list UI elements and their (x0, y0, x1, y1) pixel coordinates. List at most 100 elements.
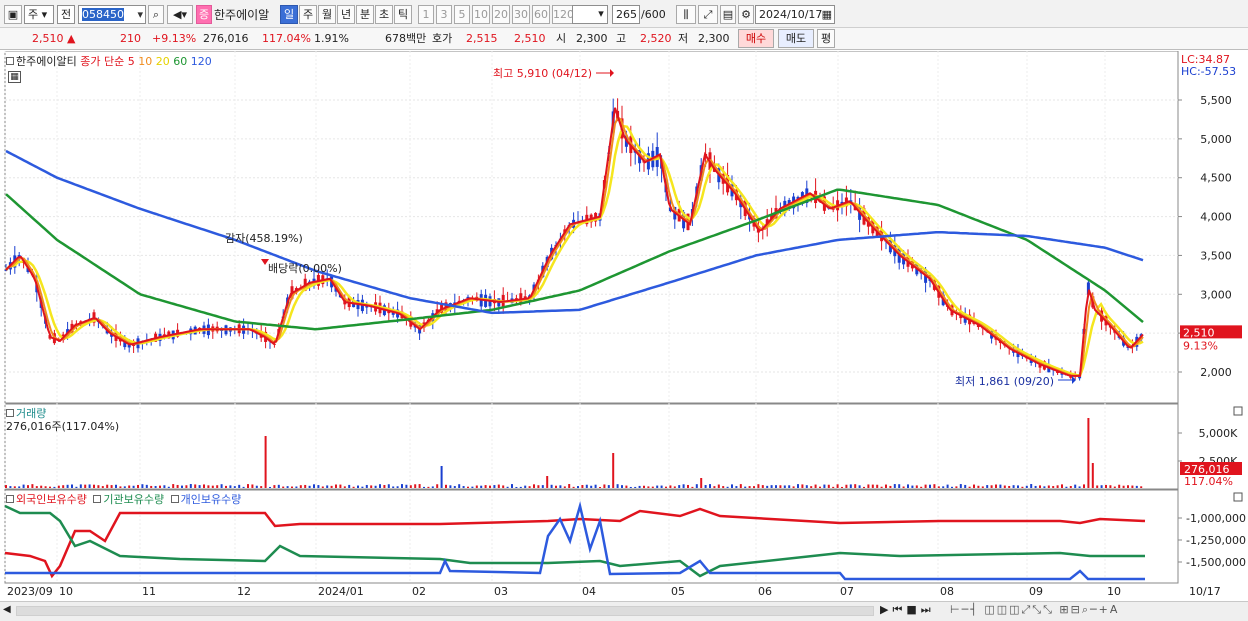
volume-bar (295, 486, 298, 488)
scope-select[interactable]: 전 (57, 5, 75, 24)
volume-bar (1100, 485, 1103, 488)
calculator-icon[interactable]: ▦ (8, 71, 21, 83)
interval-button-10[interactable]: 10 (472, 5, 490, 24)
period-tab-0[interactable]: 일 (280, 5, 298, 24)
scrollbar-thumb[interactable] (17, 607, 873, 615)
scroll-left-icon[interactable]: ◀ (3, 604, 11, 615)
volume-bar (185, 485, 188, 488)
volume-bar (445, 484, 447, 488)
volume-bar (458, 484, 461, 488)
interval-button-20[interactable]: 20 (492, 5, 510, 24)
volume-bar (981, 486, 984, 488)
volume-bar (137, 484, 139, 488)
chart-area[interactable]: 5,5005,0004,5004,0003,5003,0002,5002,000… (0, 50, 1248, 601)
chevron-down-icon[interactable]: ▾ (594, 5, 608, 24)
date-input[interactable]: 2024/10/17 ▦ (755, 5, 835, 24)
volume-bar (880, 486, 883, 488)
period-tab-5[interactable]: 초 (375, 5, 393, 24)
volume-bar (1131, 485, 1134, 488)
volume-bar (876, 484, 879, 488)
volume-bar (348, 484, 351, 488)
volume-bar (361, 486, 364, 488)
interval-button-120[interactable]: 120 (552, 5, 574, 24)
legend-ma-label: 종가 단순 (80, 55, 125, 68)
scrollbar-track[interactable] (16, 606, 874, 616)
volume-bar (13, 486, 16, 488)
price-change: 210 (120, 32, 141, 45)
volume-bar (176, 484, 179, 488)
save-icon[interactable]: ▤ (720, 5, 736, 24)
chart-svg[interactable]: 5,5005,0004,5004,0003,5003,0002,5002,000… (0, 50, 1248, 601)
volume-bar (1039, 485, 1041, 488)
volume-bar (106, 484, 109, 488)
volume-bar (973, 484, 975, 488)
volume-bar (937, 486, 940, 488)
volume-bar (924, 484, 927, 488)
volume-bar (343, 486, 346, 488)
volume-panel-close-icon (1233, 406, 1243, 416)
current-price: 2,510 ▲ (32, 32, 76, 45)
period-tab-1[interactable]: 주 (299, 5, 317, 24)
sell-button[interactable]: 매도 (778, 29, 814, 48)
period-tab-4[interactable]: 분 (356, 5, 374, 24)
x-axis-label-13: 10 (1107, 585, 1121, 598)
playback-controls[interactable]: ▶⏮■⏭ (880, 603, 935, 617)
window-icon[interactable]: ▣ (4, 5, 22, 24)
interval-button-1[interactable]: 1 (418, 5, 434, 24)
volume-bar (744, 486, 747, 488)
candle-icon[interactable]: ⫼ (676, 5, 696, 24)
interval-button-5[interactable]: 5 (454, 5, 470, 24)
volume-bar (282, 486, 285, 488)
volume-bar (1127, 485, 1129, 488)
holdings-panel-close-icon (1233, 492, 1243, 502)
volume-bar (423, 486, 425, 488)
volume-bar (22, 484, 25, 488)
market-select[interactable]: 주 ▾ (24, 5, 54, 24)
volume-bar (220, 484, 223, 488)
volume-bar (748, 486, 751, 488)
volume-bar (977, 485, 980, 488)
search-icon[interactable]: ⌕ (148, 5, 164, 24)
volume-bar (1061, 484, 1063, 488)
volume-bar (1017, 485, 1019, 488)
volume-bar (299, 485, 302, 488)
volume-bar (621, 485, 623, 488)
gear-icon[interactable]: ⚙ (738, 5, 754, 24)
volume-bar (1052, 486, 1055, 488)
volume-bar (1025, 485, 1028, 488)
volume-bar (453, 486, 456, 488)
volume-bar (594, 484, 597, 488)
volume-bar (827, 484, 830, 488)
volume-bar (863, 486, 865, 488)
volume-bar (18, 486, 21, 488)
count-input[interactable]: 265 (612, 5, 640, 24)
volume-bar (735, 486, 738, 488)
volume-bar (471, 486, 474, 488)
volume-bar (669, 485, 672, 488)
interval-button-30[interactable]: 30 (512, 5, 530, 24)
tools-icon[interactable]: ⤢ (698, 5, 718, 24)
volume-bar (893, 484, 896, 488)
eval-button[interactable]: 평 (817, 29, 835, 48)
volume-bar (57, 485, 60, 488)
interval-button-3[interactable]: 3 (436, 5, 452, 24)
code-input[interactable]: 058450 ▾ (78, 5, 146, 24)
volume-bar (493, 485, 496, 488)
period-tab-6[interactable]: 틱 (394, 5, 412, 24)
period-tab-3[interactable]: 년 (337, 5, 355, 24)
volume-bar (484, 485, 487, 488)
volume-bar (251, 484, 254, 488)
period-tab-2[interactable]: 월 (318, 5, 336, 24)
volume-bar (889, 485, 892, 488)
zoom-controls[interactable]: ⊢─┤ ◫◫◫⤢⤡⤡ ⊞⊟⌕─+A (950, 603, 1119, 617)
speaker-icon[interactable]: ◀▾ (167, 5, 193, 24)
interval-button-60[interactable]: 60 (532, 5, 550, 24)
volume-bar (845, 484, 848, 488)
holdings-legend: 외국인보유수량 기관보유수량 개인보유수량 (6, 491, 241, 507)
volume-bar (427, 486, 430, 488)
volume-bar (101, 486, 104, 488)
buy-button[interactable]: 매수 (738, 29, 774, 48)
volume-bar (709, 484, 711, 488)
volume-bar (691, 486, 694, 488)
volume-bar (436, 484, 439, 488)
